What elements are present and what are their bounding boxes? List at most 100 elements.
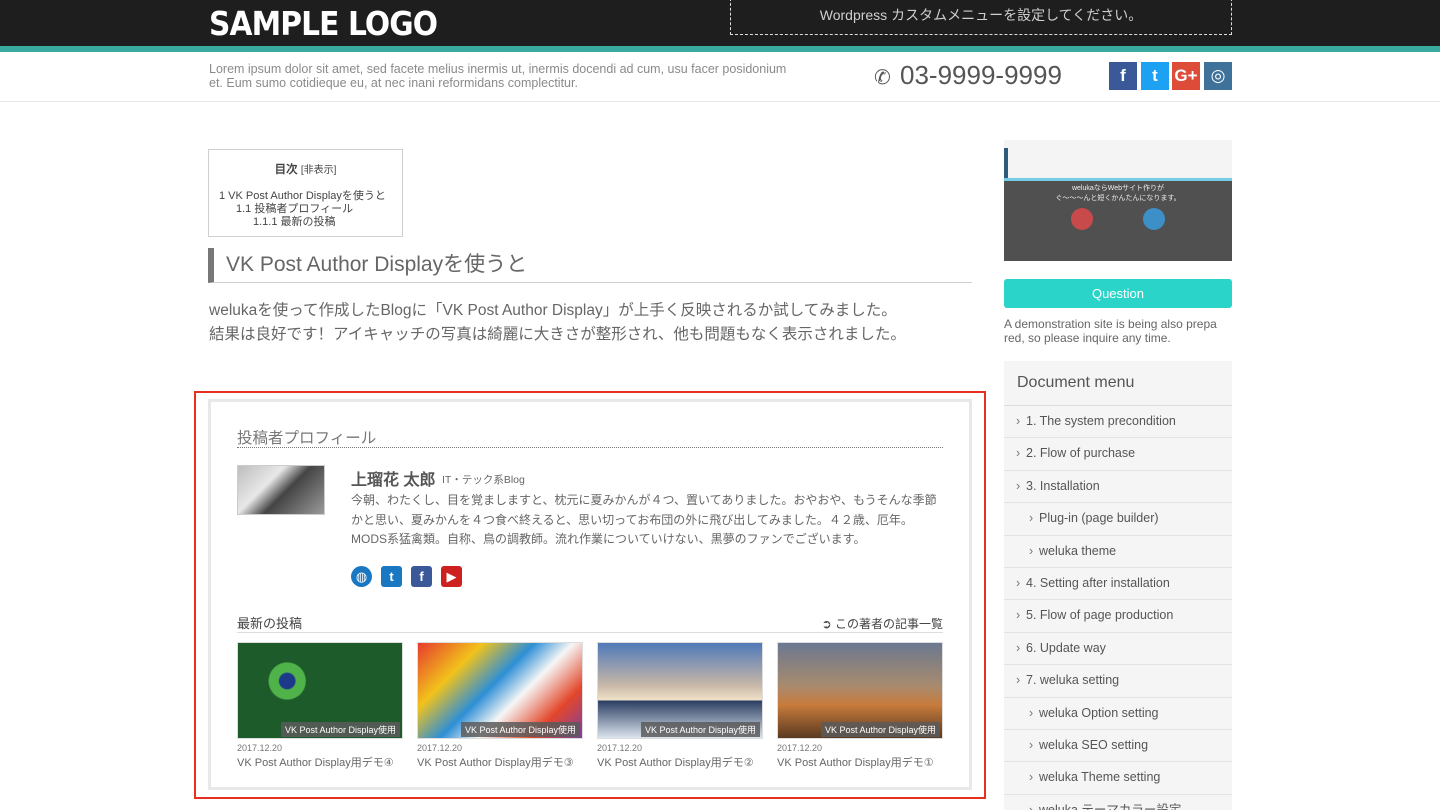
document-menu-item-label: 4. Setting after installation <box>1026 575 1170 590</box>
post-badge: VK Post Author Display使用 <box>820 722 940 737</box>
document-menu-item[interactable]: › 4. Setting after installation <box>1004 568 1232 601</box>
instagram-icon[interactable]: ◎ <box>1204 62 1232 90</box>
document-menu-item[interactable]: › 5. Flow of page production <box>1004 600 1232 633</box>
post-badge: VK Post Author Display使用 <box>460 722 580 737</box>
document-menu-item[interactable]: › weluka テーマカラー設定 <box>1004 795 1232 810</box>
post-badge: VK Post Author Display使用 <box>280 722 400 737</box>
youtube-icon[interactable]: ▶ <box>441 566 462 587</box>
author-name: 上瑠花 太郎 <box>351 472 436 489</box>
chevron-right-icon: › <box>1029 802 1034 810</box>
chevron-right-icon: › <box>1029 737 1034 752</box>
banner-avatar-icon <box>1071 208 1093 230</box>
toc-item[interactable]: 1 VK Post Author Displayを使うと <box>219 190 402 203</box>
document-menu-item[interactable]: › 3. Installation <box>1004 471 1232 504</box>
recent-posts-header: 最新の投稿 ➲ この著者の記事一覧 <box>237 613 943 633</box>
recent-post-card[interactable]: VK Post Author Display使用 2017.12.20 VK Pos… <box>237 642 403 770</box>
chevron-right-icon: › <box>1029 543 1034 558</box>
post-date: 2017.12.20 <box>597 743 643 753</box>
author-bio: 今朝、わたくし、目を覚ましますと、枕元に夏みかんが４つ、置いてありました。おやお… <box>351 493 937 546</box>
post-date: 2017.12.20 <box>417 743 463 753</box>
arrow-circle-icon: ➲ <box>821 617 835 631</box>
banner-browser-strip <box>1004 140 1232 180</box>
article-paragraph: welukaを使って作成したBlogに「VK Post Author Displ… <box>209 299 969 347</box>
post-title[interactable]: VK Post Author Display用デモ④ <box>237 754 403 770</box>
chevron-right-icon: › <box>1029 511 1034 526</box>
document-menu-item-label: weluka テーマカラー設定 <box>1039 802 1182 810</box>
post-thumbnail[interactable]: VK Post Author Display使用 <box>237 642 403 739</box>
custom-menu-placeholder: Wordpress カスタムメニューを設定してください。 <box>730 0 1232 35</box>
article-heading: VK Post Author Displayを使うと <box>208 248 972 283</box>
post-badge: VK Post Author Display使用 <box>640 722 760 737</box>
banner-avatar-icon <box>1143 208 1165 230</box>
toc-title: 目次 [非表示] <box>209 161 402 177</box>
document-menu-item[interactable]: › 7. weluka setting <box>1004 665 1232 698</box>
document-menu-item[interactable]: › weluka SEO setting <box>1004 730 1232 763</box>
phone-number[interactable]: ✆ 03-9999-9999 <box>874 60 1062 91</box>
sidebar-banner-image[interactable]: welukaならWebサイト作りが ぐ〜〜〜んと短くかんたんになります。 <box>1004 140 1232 261</box>
document-menu-item[interactable]: › weluka Theme setting <box>1004 762 1232 795</box>
document-menu-item[interactable]: › 1. The system precondition <box>1004 406 1232 439</box>
chevron-right-icon: › <box>1016 478 1021 493</box>
document-menu-item-label: 6. Update way <box>1026 640 1106 655</box>
question-button[interactable]: Question <box>1004 279 1232 308</box>
post-date: 2017.12.20 <box>777 743 823 753</box>
paragraph-line: welukaを使って作成したBlogに「VK Post Author Displ… <box>209 302 897 319</box>
post-thumbnail[interactable]: VK Post Author Display使用 <box>777 642 943 739</box>
post-thumbnail[interactable]: VK Post Author Display使用 <box>417 642 583 739</box>
author-subtitle: IT・テック系Blog <box>442 474 525 486</box>
googleplus-icon[interactable]: G+ <box>1172 62 1200 90</box>
post-title[interactable]: VK Post Author Display用デモ① <box>777 754 943 770</box>
sidebar-note: A demonstration site is being also prepa… <box>1004 317 1217 345</box>
post-title[interactable]: VK Post Author Display用デモ③ <box>417 754 583 770</box>
facebook-icon[interactable]: f <box>1109 62 1137 90</box>
document-menu-item-label: weluka theme <box>1039 543 1117 558</box>
site-logo[interactable]: SAMPLE LOGO <box>209 4 438 43</box>
phone-text: 03-9999-9999 <box>900 60 1062 90</box>
document-menu-item[interactable]: › 2. Flow of purchase <box>1004 438 1232 471</box>
chevron-right-icon: › <box>1016 673 1021 688</box>
table-of-contents: 目次 [非表示] 1 VK Post Author Displayを使うと 1.… <box>208 149 403 237</box>
twitter-icon[interactable]: t <box>381 566 402 587</box>
author-box-title: 投稿者プロフィール <box>237 426 943 448</box>
paragraph-line: 結果は良好です！アイキャッチの写真は綺麗に大きさが整形され、他も問題もなく表示さ… <box>209 326 906 343</box>
site-tagline: Lorem ipsum dolor sit amet, sed facete m… <box>209 62 787 90</box>
chevron-right-icon: › <box>1016 640 1021 655</box>
globe-icon[interactable]: ◍ <box>351 566 372 587</box>
post-title[interactable]: VK Post Author Display用デモ② <box>597 754 763 770</box>
banner-text-line: ぐ〜〜〜んと短くかんたんになります。 <box>1055 195 1181 202</box>
recent-post-card[interactable]: VK Post Author Display使用 2017.12.20 VK Pos… <box>597 642 763 770</box>
document-menu-title: Document menu <box>1004 361 1232 406</box>
banner-sidebar <box>1004 148 1008 178</box>
document-menu: Document menu › 1. The system preconditio… <box>1004 361 1232 810</box>
document-menu-item-label: 1. The system precondition <box>1026 414 1176 428</box>
recent-post-card[interactable]: VK Post Author Display使用 2017.12.20 VK Pos… <box>417 642 583 770</box>
chevron-right-icon: › <box>1016 608 1021 623</box>
chevron-right-icon: › <box>1016 575 1021 590</box>
chevron-right-icon: › <box>1016 446 1021 461</box>
document-menu-item[interactable]: › 6. Update way <box>1004 633 1232 666</box>
post-thumbnail[interactable]: VK Post Author Display使用 <box>597 642 763 739</box>
toc-toggle[interactable]: [非表示] <box>301 165 337 176</box>
banner-text: welukaならWebサイト作りが ぐ〜〜〜んと短くかんたんになります。 <box>1004 184 1232 204</box>
toc-item[interactable]: 1.1.1 最新の投稿 <box>219 216 402 229</box>
banner-text-line: welukaならWebサイト作りが <box>1071 185 1165 192</box>
document-menu-item-label: weluka SEO setting <box>1039 737 1149 752</box>
chevron-right-icon: › <box>1029 770 1034 785</box>
document-menu-item-label: 2. Flow of purchase <box>1026 446 1136 461</box>
banner-band <box>1004 178 1232 181</box>
phone-icon: ✆ <box>874 67 891 89</box>
facebook-icon[interactable]: f <box>411 566 432 587</box>
document-menu-item[interactable]: › weluka theme <box>1004 536 1232 568</box>
twitter-icon[interactable]: t <box>1141 62 1169 90</box>
post-date: 2017.12.20 <box>237 743 283 753</box>
document-menu-item-label: weluka Theme setting <box>1039 770 1161 785</box>
toc-title-text: 目次 <box>274 164 298 176</box>
document-menu-item-label: 5. Flow of page production <box>1026 608 1174 623</box>
document-menu-item[interactable]: › Plug-in (page builder) <box>1004 503 1232 536</box>
recent-post-card[interactable]: VK Post Author Display使用 2017.12.20 VK Pos… <box>777 642 943 770</box>
author-posts-link[interactable]: ➲ この著者の記事一覧 <box>822 615 943 632</box>
document-menu-item-label: Plug-in (page builder) <box>1039 511 1159 526</box>
toc-item[interactable]: 1.1 投稿者プロフィール <box>219 203 402 216</box>
document-menu-item[interactable]: › weluka Option setting <box>1004 698 1232 730</box>
author-avatar <box>237 465 325 515</box>
